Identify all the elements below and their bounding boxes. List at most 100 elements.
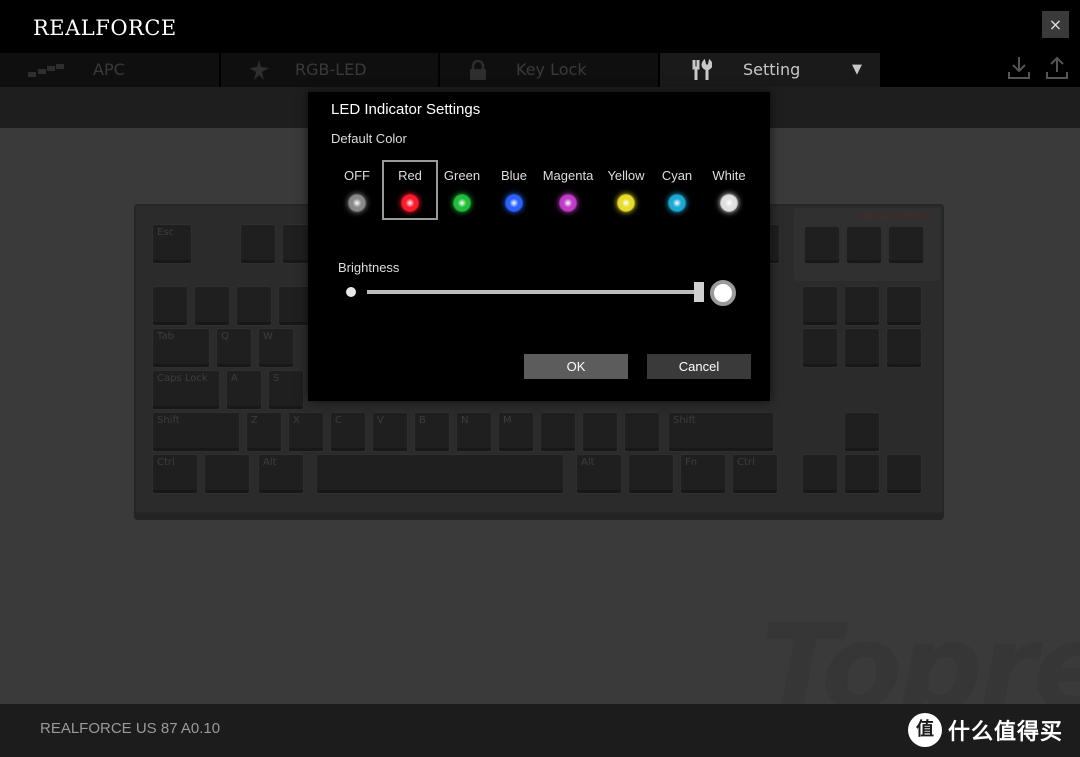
color-swatch-icon — [617, 194, 635, 212]
key — [624, 412, 660, 452]
title-bar: REALFORCE × — [0, 0, 1080, 53]
topre-watermark: Topre — [760, 598, 1080, 704]
key-a: A — [226, 370, 262, 410]
key — [844, 328, 880, 368]
brightness-slider-thumb[interactable] — [694, 282, 704, 302]
key-v: V — [372, 412, 408, 452]
key — [846, 226, 882, 264]
site-name: 什么值得买 — [948, 720, 1064, 745]
key-w: W — [258, 328, 294, 368]
download-icon[interactable] — [1006, 55, 1032, 81]
color-option-blue[interactable]: Blue — [486, 160, 542, 220]
color-swatch-icon — [348, 194, 366, 212]
key-right-shift: Shift — [668, 412, 774, 452]
close-button[interactable]: × — [1042, 11, 1069, 38]
key-left-shift: Shift — [152, 412, 240, 452]
color-option-label: Yellow — [607, 168, 645, 183]
key — [844, 454, 880, 494]
key-s: S — [268, 370, 304, 410]
key-esc: Esc — [152, 224, 192, 264]
key-space — [316, 454, 564, 494]
key-caps-lock: Caps Lock — [152, 370, 220, 410]
site-logo-icon: 值 — [908, 713, 942, 747]
color-option-off[interactable]: OFF — [329, 160, 385, 220]
site-watermark: 值 什么值得买 — [908, 712, 1063, 748]
tab-label: Key Lock — [516, 60, 587, 79]
led-indicator-dialog: LED Indicator Settings Default Color OFF… — [308, 92, 770, 401]
color-swatch-icon — [559, 194, 577, 212]
key — [582, 412, 618, 452]
key-b: B — [414, 412, 450, 452]
lock-icon — [470, 53, 486, 87]
color-swatch-icon — [453, 194, 471, 212]
key — [204, 454, 250, 494]
key-tab: Tab — [152, 328, 210, 368]
default-color-heading: Default Color — [331, 131, 407, 146]
key-left-ctrl: Ctrl — [152, 454, 198, 494]
brightness-label: Brightness — [338, 260, 400, 275]
tools-icon — [690, 53, 712, 87]
key — [886, 328, 922, 368]
color-option-label: Magenta — [542, 168, 594, 183]
cancel-button[interactable]: Cancel — [647, 354, 751, 379]
tab-label: RGB-LED — [295, 60, 367, 79]
key — [152, 286, 188, 326]
key-right-alt: Alt — [576, 454, 622, 494]
tab-setting[interactable]: Setting ▼ — [660, 53, 880, 87]
color-option-label: Cyan — [661, 168, 693, 183]
key — [802, 454, 838, 494]
color-option-cyan[interactable]: Cyan — [649, 160, 705, 220]
app-logo: REALFORCE — [33, 16, 177, 40]
key-c: C — [330, 412, 366, 452]
key — [886, 454, 922, 494]
color-swatch-icon — [668, 194, 686, 212]
key — [886, 286, 922, 326]
led-burst-icon — [249, 53, 269, 87]
color-option-red[interactable]: Red — [382, 160, 438, 220]
key — [540, 412, 576, 452]
key — [844, 412, 880, 452]
tab-rgb-led[interactable]: RGB-LED — [221, 53, 438, 87]
color-option-label: OFF — [344, 168, 370, 183]
color-swatch-icon — [720, 194, 738, 212]
key — [888, 226, 924, 264]
color-option-magenta[interactable]: Magenta — [538, 160, 598, 220]
tab-label: APC — [93, 60, 125, 79]
color-swatch-icon — [505, 194, 523, 212]
toolbar-icons — [1006, 55, 1070, 85]
color-swatch-icon — [401, 194, 419, 212]
keyboard-brand: REALFORCE — [859, 210, 932, 223]
key — [802, 328, 838, 368]
key-right-ctrl: Ctrl — [732, 454, 778, 494]
brightness-min-icon — [346, 287, 356, 297]
color-option-yellow[interactable]: Yellow — [598, 160, 654, 220]
key — [240, 224, 276, 264]
key — [802, 286, 838, 326]
key — [844, 286, 880, 326]
key — [628, 454, 674, 494]
brightness-max-icon — [710, 280, 736, 306]
key-z: Z — [246, 412, 282, 452]
key-n: N — [456, 412, 492, 452]
tab-bar: APC RGB-LED Key Lock Setting ▼ — [0, 53, 1080, 87]
key-q: Q — [216, 328, 252, 368]
brightness-slider[interactable] — [367, 290, 699, 294]
color-option-label: Green — [443, 168, 481, 183]
key — [804, 226, 840, 264]
color-option-label: White — [712, 168, 746, 183]
bar-levels-icon — [28, 53, 64, 87]
color-option-white[interactable]: White — [701, 160, 757, 220]
key — [236, 286, 272, 326]
tab-label: Setting — [743, 60, 801, 79]
color-option-label: Blue — [500, 168, 528, 183]
chevron-down-icon[interactable]: ▼ — [852, 53, 862, 87]
tab-apc[interactable]: APC — [0, 53, 219, 87]
key — [194, 286, 230, 326]
ok-button[interactable]: OK — [524, 354, 628, 379]
color-option-green[interactable]: Green — [434, 160, 490, 220]
key-left-alt: Alt — [258, 454, 304, 494]
dialog-title: LED Indicator Settings — [331, 101, 481, 118]
tab-key-lock[interactable]: Key Lock — [440, 53, 658, 87]
upload-icon[interactable] — [1044, 55, 1070, 81]
key-x: X — [288, 412, 324, 452]
